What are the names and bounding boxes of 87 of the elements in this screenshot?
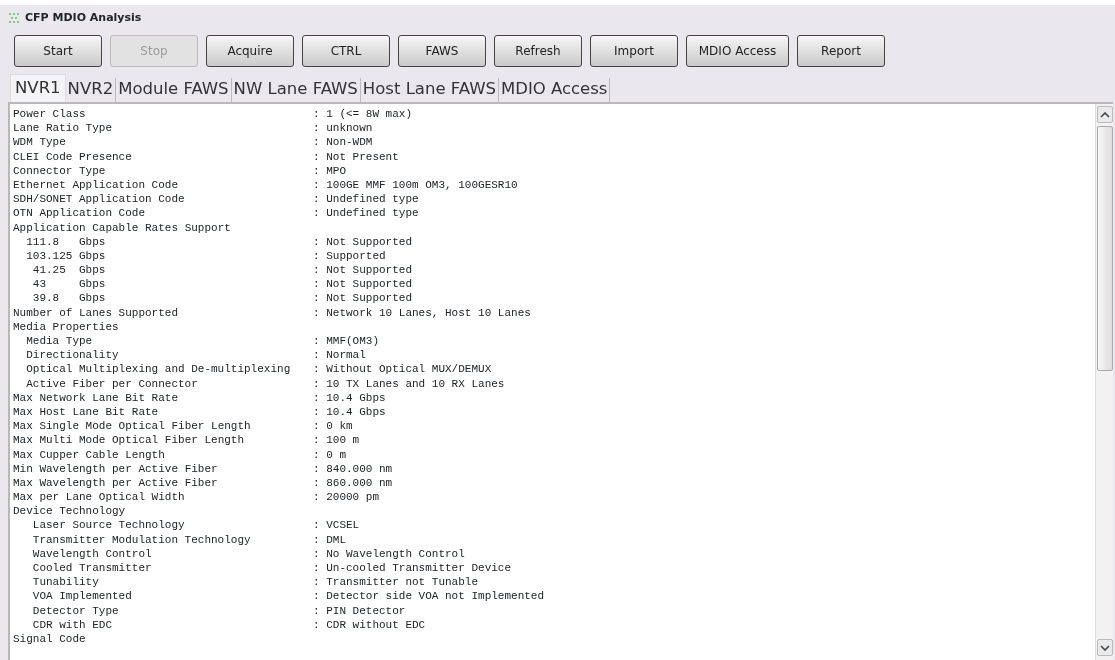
field-label: Connector Type bbox=[13, 163, 107, 178]
field-value: : 10 TX Lanes and 10 RX Lanes bbox=[313, 376, 505, 391]
field-label: Transmitter Modulation Technology bbox=[31, 532, 252, 547]
field-label: Media Properties bbox=[13, 319, 120, 334]
scrollbar[interactable] bbox=[1095, 104, 1113, 660]
field-label: Max Multi Mode Optical Fiber Length bbox=[13, 433, 246, 448]
field-value: : unknown bbox=[313, 121, 373, 136]
field-label: Max Single Mode Optical Fiber Length bbox=[13, 419, 252, 434]
field-label: Laser Source Technology bbox=[31, 518, 186, 533]
field-value: : CDR without EDC bbox=[313, 617, 426, 632]
field-label: 43 Gbps bbox=[31, 277, 107, 292]
app-icon bbox=[8, 12, 21, 24]
field-label: CLEI Code Presence bbox=[13, 149, 133, 164]
field-value: : Normal bbox=[313, 348, 366, 363]
field-label: Power Class bbox=[13, 107, 87, 122]
field-label: Optical Multiplexing and De-multiplexing bbox=[25, 362, 292, 377]
toolbar-button[interactable]: Acquire bbox=[206, 35, 294, 67]
field-label: CDR with EDC bbox=[31, 617, 113, 632]
field-value: : Undefined type bbox=[313, 192, 419, 207]
field-label: Media Type bbox=[25, 334, 94, 349]
field-value: : 0 m bbox=[313, 447, 346, 462]
field-label: Device Technology bbox=[13, 504, 127, 519]
field-value: : Not Supported bbox=[313, 234, 413, 249]
field-value: : 840.000 nm bbox=[313, 461, 393, 476]
field-value: : Undefined type bbox=[313, 206, 419, 221]
field-label: Active Fiber per Connector bbox=[25, 376, 199, 391]
field-label: Cooled Transmitter bbox=[31, 561, 153, 576]
field-value: : Supported bbox=[313, 248, 386, 264]
field-label: Max Host Lane Bit Rate bbox=[13, 404, 160, 420]
field-value: : 10.4 Gbps bbox=[313, 404, 386, 420]
field-value: : Non-WDM bbox=[313, 135, 373, 150]
scroll-down-icon[interactable] bbox=[1097, 639, 1113, 656]
field-label: Max Network Lane Bit Rate bbox=[13, 390, 180, 405]
scroll-thumb[interactable] bbox=[1097, 126, 1113, 371]
field-value: : DML bbox=[313, 532, 346, 547]
field-label: VOA Implemented bbox=[31, 589, 133, 604]
toolbar-button[interactable]: FAWS bbox=[398, 35, 486, 67]
field-value: : 20000 pm bbox=[313, 490, 379, 505]
field-value: : 100GE MMF 100m OM3, 100GESR10 bbox=[313, 177, 518, 193]
field-value: : Transmitter not Tunable bbox=[313, 575, 479, 590]
field-label: Ethernet Application Code bbox=[13, 177, 180, 193]
field-value: : Not Supported bbox=[313, 277, 413, 292]
field-value: : Not Present bbox=[313, 149, 399, 164]
field-value: : Not Supported bbox=[313, 291, 413, 306]
field-label: SDH/SONET Application Code bbox=[13, 192, 186, 207]
field-label: Max per Lane Optical Width bbox=[13, 490, 186, 505]
field-label: 111.8 Gbps bbox=[25, 234, 107, 249]
field-label: Directionality bbox=[25, 348, 120, 363]
field-value: : 100 m bbox=[313, 433, 360, 448]
field-label: 103.125 Gbps bbox=[25, 248, 107, 264]
field-label: WDM Type bbox=[13, 135, 67, 150]
field-label: Max Cupper Cable Length bbox=[13, 447, 166, 462]
field-label: Number of Lanes Supported bbox=[13, 305, 180, 320]
toolbar-button[interactable]: CTRL bbox=[302, 35, 390, 67]
toolbar-button[interactable]: Start bbox=[14, 35, 102, 67]
field-value: : MMF(OM3) bbox=[313, 334, 379, 349]
field-value: : No Wavelength Control bbox=[313, 546, 465, 561]
field-label: Min Wavelength per Active Fiber bbox=[13, 461, 219, 476]
field-value: : 860.000 nm bbox=[313, 475, 393, 491]
field-value: : 10.4 Gbps bbox=[313, 390, 386, 405]
field-label: 41.25 Gbps bbox=[31, 263, 107, 278]
toolbar-button[interactable]: Report bbox=[797, 35, 885, 67]
toolbar-button[interactable]: MDIO Access bbox=[686, 35, 789, 67]
toolbar-button[interactable]: Import bbox=[590, 35, 678, 67]
field-label: Tunability bbox=[31, 575, 100, 590]
field-value: : PIN Detector bbox=[313, 603, 406, 618]
field-value: : Detector side VOA not Implemented bbox=[313, 589, 545, 604]
field-label: 39.8 Gbps bbox=[31, 291, 107, 306]
field-value: : 1 (<= 8W max) bbox=[313, 107, 413, 122]
field-label: Signal Code bbox=[13, 631, 87, 647]
field-value: : Network 10 Lanes, Host 10 Lanes bbox=[313, 305, 531, 320]
field-value: : MPO bbox=[313, 163, 346, 178]
window-title: CFP MDIO Analysis bbox=[25, 9, 142, 26]
tab[interactable]: NVR1 bbox=[10, 74, 66, 102]
toolbar-button[interactable]: Refresh bbox=[494, 35, 582, 67]
field-label: Wavelength Control bbox=[31, 546, 153, 561]
field-value: : Un-cooled Transmitter Device bbox=[313, 561, 512, 576]
field-value: : Not Supported bbox=[313, 263, 413, 278]
field-label: Max Wavelength per Active Fiber bbox=[13, 475, 219, 491]
field-label: Application Capable Rates Support bbox=[13, 220, 232, 235]
field-value: : Without Optical MUX/DEMUX bbox=[313, 362, 492, 377]
field-value: : VCSEL bbox=[313, 518, 360, 533]
field-label: Detector Type bbox=[31, 603, 120, 618]
field-value: : 0 km bbox=[313, 419, 353, 434]
scroll-up-icon[interactable] bbox=[1097, 106, 1113, 123]
field-label: Lane Ratio Type bbox=[13, 121, 114, 136]
field-label: OTN Application Code bbox=[13, 206, 147, 221]
